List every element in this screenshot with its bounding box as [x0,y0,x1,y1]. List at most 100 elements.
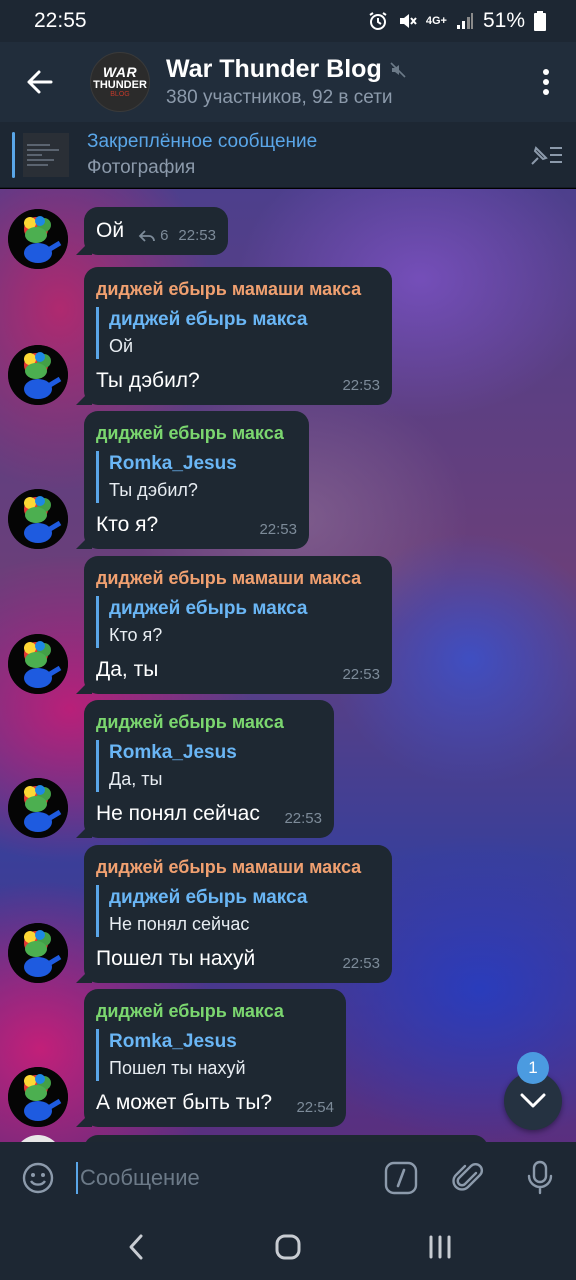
message-time: 22:53 [342,955,380,972]
network-label: 4G+ [425,15,447,27]
pepe-avatar-icon [8,489,68,549]
voice-button[interactable] [504,1142,576,1214]
message-time: 22:53 [284,810,322,827]
slash-command-icon [384,1161,418,1195]
microphone-icon [527,1160,553,1195]
message-bubble[interactable]: Ой 6 22:53 [84,207,228,255]
chat-subtitle: 380 участников, 92 в сети [166,87,393,108]
reply-quote[interactable]: Romka_Jesus Ты дэбил? [96,451,297,503]
sender-name[interactable]: диджей ебырь макса [96,421,297,445]
message-text: Кто я? [96,513,159,536]
message-time: 22:53 [342,377,380,394]
avatar-logo-line1: WAR [102,64,138,80]
message-time: 22:53 [342,666,380,683]
message-text: Пошел ты нахуй [96,947,256,970]
message-bubble[interactable]: диджей ебырь мамаши макса диджей ебырь м… [84,845,392,983]
status-time: 22:55 [34,9,87,32]
more-menu-button[interactable] [516,42,576,122]
nav-back-button[interactable] [96,1214,176,1280]
more-vertical-icon [543,69,549,95]
reply-author: Romka_Jesus [109,453,237,474]
message-time: 22:54 [296,1099,334,1116]
message-list[interactable]: Ой 6 22:53 диджей ебырь мамаши макса дид… [0,189,576,1142]
emoji-button[interactable] [0,1142,76,1214]
user-avatar[interactable] [8,489,68,549]
message-bubble[interactable]: диджей ебырь макса Romka_Jesus Пошел ты … [84,989,346,1127]
telegram-screen: 22:55 4G+ 51% WAR THUNDER BLOG War Thund… [0,0,576,1280]
nav-recents-button[interactable] [400,1214,480,1280]
message-bubble[interactable]: диджей ебырь мамаши макса диджей ебырь м… [84,556,392,694]
user-avatar[interactable] [8,923,68,983]
sender-name[interactable]: диджей ебырь мамаши макса [96,566,380,590]
message-bubble[interactable]: диджей ебырь макса Romka_Jesus Да, ты Не… [84,700,334,838]
reply-author: Romka_Jesus [109,742,237,763]
sender-name[interactable]: диджей ебырь макса [96,999,334,1023]
message-bubble[interactable]: диджей ебырь мамаши макса диджей ебырь м… [84,267,392,405]
reply-quote[interactable]: диджей ебырь макса Кто я? [96,596,380,648]
pepe-avatar-icon [8,345,68,405]
attach-button[interactable] [434,1142,504,1214]
emoji-icon [22,1162,54,1194]
chat-title: War Thunder Blog [166,55,382,83]
alarm-icon [368,11,388,31]
pinned-message-bar[interactable]: Закреплённое сообщение Фотография [0,122,576,188]
reply-text: Ты дэбил? [109,480,198,500]
pin-list-icon [531,145,562,165]
avatar-logo-line2: THUNDER [93,79,147,91]
header-info[interactable]: War Thunder Blog 380 участников, 92 в се… [166,55,516,109]
reply-count: 6 [160,227,169,244]
pepe-avatar-icon [8,1067,68,1127]
user-avatar[interactable] [8,209,68,269]
chevron-down-icon [520,1093,546,1108]
chat-header: WAR THUNDER BLOG War Thunder Blog 380 уч… [0,42,576,122]
message-text: Ты дэбил? [96,369,200,392]
muted-icon [390,61,406,78]
status-bar: 22:55 4G+ 51% [0,0,576,42]
pinned-title: Закреплённое сообщение [87,130,318,152]
reply-author: диджей ебырь макса [109,887,308,908]
message-composer: Сообщение [0,1142,576,1214]
reply-text: Пошел ты нахуй [109,1058,246,1078]
pinned-list-button[interactable] [516,142,576,168]
battery-icon [534,11,546,31]
message-time: 22:53 [178,227,216,244]
nav-home-icon [275,1234,301,1260]
sender-name[interactable]: диджей ебырь макса [96,710,322,734]
paperclip-icon [452,1163,483,1191]
unread-badge: 1 [517,1052,549,1084]
reply-author: диджей ебырь макса [109,309,308,330]
message-input[interactable]: Сообщение [76,1162,368,1194]
reply-author: диджей ебырь макса [109,598,308,619]
avatar-logo-line3: BLOG [110,91,130,98]
text-caret [76,1162,78,1194]
nav-back-icon [129,1234,143,1260]
pepe-avatar-icon [8,923,68,983]
nav-recents-icon [429,1235,451,1259]
pepe-avatar-icon [8,209,68,269]
user-avatar[interactable] [8,778,68,838]
bot-commands-button[interactable] [368,1142,434,1214]
signal-icon [456,12,474,30]
reply-text: Да, ты [109,769,163,789]
message-bubble[interactable] [84,1135,488,1142]
pepe-avatar-icon [8,634,68,694]
message-bubble[interactable]: диджей ебырь макса Romka_Jesus Ты дэбил?… [84,411,309,549]
nav-home-button[interactable] [248,1214,328,1280]
user-avatar[interactable] [14,1135,62,1142]
sender-name[interactable]: диджей ебырь мамаши макса [96,855,380,879]
pinned-subtitle: Фотография [87,156,196,178]
reply-quote[interactable]: диджей ебырь макса Ой [96,307,380,359]
reply-quote[interactable]: Romka_Jesus Пошел ты нахуй [96,1029,334,1081]
user-avatar[interactable] [8,1067,68,1127]
reply-quote[interactable]: диджей ебырь макса Не понял сейчас [96,885,380,937]
back-button[interactable] [0,42,78,122]
status-icons: 4G+ 51% [368,9,546,33]
system-nav-bar [0,1214,576,1280]
user-avatar[interactable] [8,345,68,405]
user-avatar[interactable] [8,634,68,694]
sender-name[interactable]: диджей ебырь мамаши макса [96,277,380,301]
reply-text: Кто я? [109,625,163,645]
mute-icon [397,11,417,31]
reply-quote[interactable]: Romka_Jesus Да, ты [96,740,322,792]
channel-avatar[interactable]: WAR THUNDER BLOG [90,52,150,112]
